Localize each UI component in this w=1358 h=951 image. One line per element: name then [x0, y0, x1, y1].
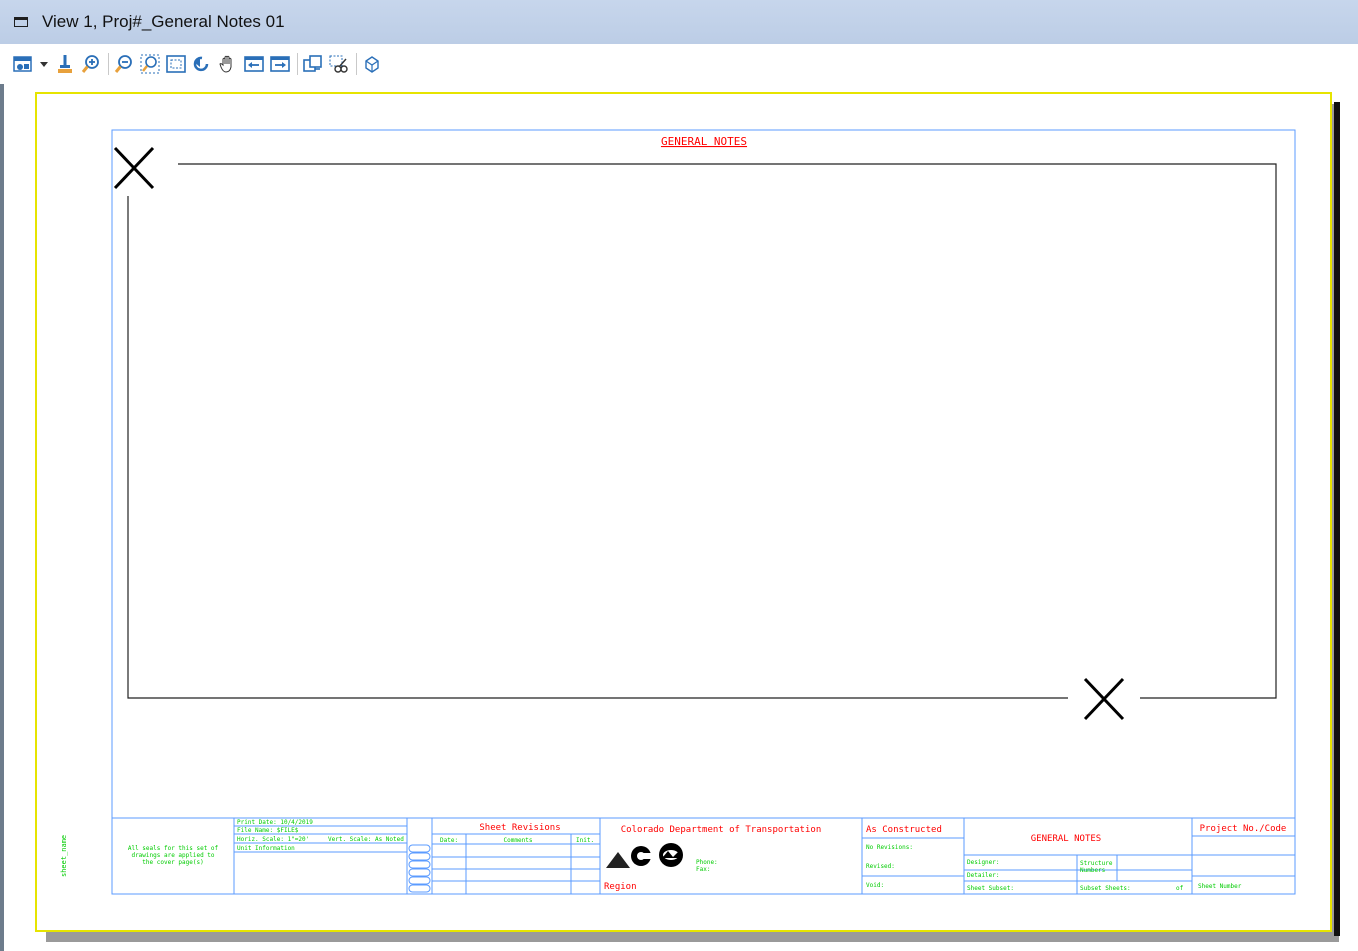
subset-sheets: Subset Sheets: [1080, 885, 1131, 892]
sheet-number: Sheet Number [1198, 883, 1242, 890]
subset-of: of [1176, 885, 1184, 892]
unit-information: Unit Information [237, 845, 295, 852]
agency-fax: Fax: [696, 866, 710, 873]
revised: Revised: [866, 863, 895, 870]
cdot-logo [606, 843, 683, 868]
numbers-label: Numbers [1080, 867, 1106, 874]
designer: Designer: [967, 859, 1000, 866]
seal-note-line-2: drawings are applied to [131, 852, 214, 859]
horiz-scale: Horiz. Scale: 1"=20' [237, 836, 309, 843]
cad-drawing: GENERAL NOTES sheet_name All seals for t… [60, 129, 1296, 895]
sheet-name-vertical-label: sheet_name [60, 835, 68, 877]
void: Void: [866, 882, 884, 889]
revisions-date-header: Date: [440, 837, 458, 844]
as-constructed-title: As Constructed [866, 825, 942, 835]
detailer: Detailer: [967, 872, 1000, 879]
seal-note-line-1: All seals for this set of [128, 845, 219, 852]
seal-note-line-3: the cover page(s) [142, 859, 203, 866]
no-revisions: No Revisions: [866, 844, 913, 851]
sheet-border [111, 129, 1296, 895]
agency-region: Region [604, 882, 637, 892]
agency-phone: Phone: [696, 859, 718, 866]
revisions-comments-header: Comments [504, 837, 533, 844]
file-name: File Name: $FILE$ [237, 827, 299, 834]
agency-name: Colorado Department of Transportation [621, 825, 821, 835]
corner-marker-bottom-right [1083, 677, 1125, 721]
print-date: Print Date: 10/4/2019 [237, 819, 313, 826]
structure-label: Structure [1080, 860, 1113, 867]
revisions-init-header: Init. [576, 837, 594, 844]
sheet-subset: Sheet Subset: [967, 885, 1014, 892]
project-code-title: Project No./Code [1200, 824, 1287, 834]
corner-marker-top-left [113, 146, 155, 190]
notes-frame-top [178, 163, 1277, 699]
notes-frame-bottom [127, 196, 1068, 699]
vert-scale: Vert. Scale: As Noted [328, 836, 404, 843]
title-block-sheet-title: GENERAL NOTES [1031, 834, 1101, 844]
sheet-title: GENERAL NOTES [661, 135, 747, 148]
revisions-title: Sheet Revisions [479, 823, 560, 833]
